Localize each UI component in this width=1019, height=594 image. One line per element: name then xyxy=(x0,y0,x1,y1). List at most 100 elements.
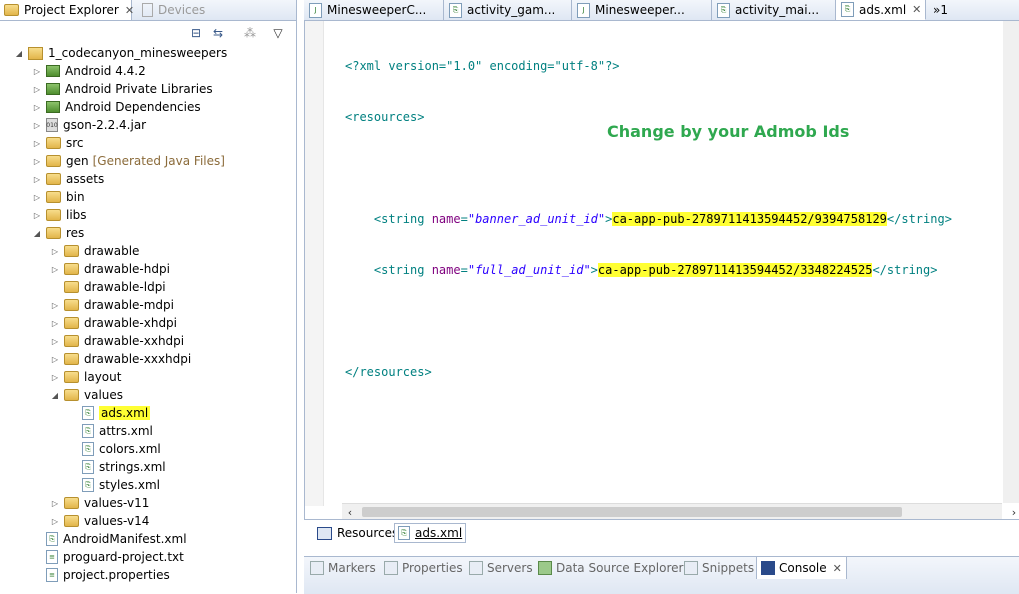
tree-item[interactable]: ⎘ colors.xml xyxy=(68,440,161,458)
folder-icon xyxy=(64,281,79,293)
tab-ads-xml-source[interactable]: ⎘ ads.xml xyxy=(394,523,467,543)
collapse-all-icon[interactable]: ⊟ xyxy=(188,25,204,41)
tree-item-label: assets xyxy=(66,172,105,186)
collapse-arrow-icon[interactable]: ▷ xyxy=(50,301,60,310)
horizontal-scrollbar[interactable]: ‹ › xyxy=(342,503,1016,520)
tab-project-explorer[interactable]: Project Explorer ✕ xyxy=(0,0,134,20)
tree-item[interactable]: ▷ values-v14 xyxy=(50,512,150,530)
tree-item[interactable]: ▷ drawable-xxhdpi xyxy=(50,332,184,350)
tree-item[interactable]: ▷ drawable-xhdpi xyxy=(50,314,177,332)
code-area[interactable]: <?xml version="1.0" encoding="utf-8"?> <… xyxy=(345,24,952,415)
editor-tab-label: Minesweeper... xyxy=(595,3,685,17)
tree-item[interactable]: ◢ values xyxy=(50,386,123,404)
tab-minesweeper[interactable]: J Minesweeper... xyxy=(572,0,712,20)
collapse-arrow-icon[interactable]: ▷ xyxy=(50,517,60,526)
view-options-icon[interactable]: ⁂ xyxy=(242,25,258,41)
tree-item[interactable]: ⎘ ads.xml xyxy=(68,404,151,422)
editor-mode-tabs: Resources ⎘ ads.xml xyxy=(304,519,1019,546)
tree-item[interactable]: ▷ libs xyxy=(32,206,87,224)
vertical-scrollbar[interactable] xyxy=(1003,21,1019,503)
close-icon[interactable]: ✕ xyxy=(125,4,134,17)
tree-item[interactable]: ▷ 010 gson-2.2.4.jar xyxy=(32,116,146,134)
scroll-left-icon[interactable]: ‹ xyxy=(342,504,358,520)
tree-item[interactable]: ▷ bin xyxy=(32,188,85,206)
tab-snippets[interactable]: Snippets xyxy=(684,557,754,579)
tree-item[interactable]: ≡ project.properties xyxy=(32,566,170,584)
folder-icon xyxy=(64,263,79,275)
tab-activity-mai[interactable]: ⎘ activity_mai... xyxy=(712,0,836,20)
editor-ruler xyxy=(305,21,324,506)
tree-item[interactable]: ▷ drawable-xxxhdpi xyxy=(50,350,191,368)
tree-item[interactable]: ▷ layout xyxy=(50,368,122,386)
collapse-arrow-icon[interactable]: ▷ xyxy=(50,499,60,508)
tree-item[interactable]: ≡ proguard-project.txt xyxy=(32,548,184,566)
expand-arrow-icon[interactable]: ◢ xyxy=(14,49,24,58)
tab-devices[interactable]: Devices xyxy=(136,0,216,20)
collapse-arrow-icon[interactable]: ▷ xyxy=(32,139,42,148)
tree-item[interactable]: ⎘ styles.xml xyxy=(68,476,160,494)
tab-ads-xml[interactable]: ⎘ ads.xml ✕ xyxy=(836,0,926,20)
tree-item[interactable]: ▷ values-v11 xyxy=(50,494,150,512)
collapse-arrow-icon[interactable]: ▷ xyxy=(50,265,60,274)
xml-file-icon: ⎘ xyxy=(82,442,94,456)
tree-item[interactable]: ◢ 1_codecanyon_minesweepers xyxy=(14,44,227,62)
tab-overflow-label: »1 xyxy=(933,3,948,17)
close-icon[interactable]: ✕ xyxy=(833,562,842,575)
tree-item[interactable]: ▷ drawable xyxy=(50,242,139,260)
collapse-arrow-icon[interactable]: ▷ xyxy=(50,355,60,364)
collapse-arrow-icon[interactable]: ▷ xyxy=(32,103,42,112)
tab-servers[interactable]: Servers xyxy=(469,557,533,579)
collapse-arrow-icon[interactable]: ▷ xyxy=(50,337,60,346)
tab-data-source-explorer[interactable]: Data Source Explorer xyxy=(538,557,683,579)
tree-item[interactable]: ⎘ AndroidManifest.xml xyxy=(32,530,187,548)
scrollbar-thumb[interactable] xyxy=(362,507,902,517)
collapse-arrow-icon[interactable]: ▷ xyxy=(32,193,42,202)
tab-console[interactable]: Console ✕ xyxy=(756,557,847,579)
tree-item[interactable]: ⎘ strings.xml xyxy=(68,458,166,476)
java-file-icon: J xyxy=(309,2,322,18)
collapse-arrow-icon[interactable]: ▷ xyxy=(32,211,42,220)
tree-item[interactable]: drawable-ldpi xyxy=(50,278,166,296)
expand-arrow-icon[interactable]: ◢ xyxy=(50,391,60,400)
tree-item[interactable]: ◢ res xyxy=(32,224,84,242)
collapse-arrow-icon[interactable]: ▷ xyxy=(32,121,42,130)
xml-file-icon: ⎘ xyxy=(841,2,854,17)
view-menu-icon[interactable]: ▽ xyxy=(270,25,286,41)
close-icon[interactable]: ✕ xyxy=(912,3,921,16)
collapse-arrow-icon[interactable]: ▷ xyxy=(50,373,60,382)
tree-item[interactable]: ▷ gen [Generated Java Files] xyxy=(32,152,225,170)
xml-editor[interactable]: <?xml version="1.0" encoding="utf-8"?> <… xyxy=(304,21,1019,520)
editor-tab-label: activity_mai... xyxy=(735,3,820,17)
collapse-arrow-icon[interactable]: ▷ xyxy=(50,319,60,328)
tab-resources[interactable]: Resources xyxy=(314,523,401,543)
tree-item[interactable]: ▷ Android Dependencies xyxy=(32,98,201,116)
tab-overflow[interactable]: »1 xyxy=(928,0,968,20)
tab-minesweeperc[interactable]: J MinesweeperC... xyxy=(304,0,444,20)
collapse-arrow-icon[interactable]: ▷ xyxy=(32,157,42,166)
tree-item[interactable]: ▷ Android 4.4.2 xyxy=(32,62,146,80)
tree-item[interactable]: ▷ Android Private Libraries xyxy=(32,80,213,98)
tree-item[interactable]: ▷ drawable-mdpi xyxy=(50,296,174,314)
folder-icon xyxy=(64,515,79,527)
console-icon xyxy=(761,561,775,575)
collapse-arrow-icon[interactable]: ▷ xyxy=(32,85,42,94)
tab-markers[interactable]: Markers xyxy=(310,557,376,579)
tab-properties[interactable]: Properties xyxy=(384,557,463,579)
bottom-view-tabs: Markers Properties Servers Data Source E… xyxy=(304,556,1019,594)
tree-item[interactable]: ⎘ attrs.xml xyxy=(68,422,153,440)
full-string-line: <string name="full_ad_unit_id">ca-app-pu… xyxy=(345,263,938,277)
link-with-editor-icon[interactable]: ⇆ xyxy=(210,25,226,41)
scroll-right-icon[interactable]: › xyxy=(1006,504,1019,520)
collapse-arrow-icon[interactable]: ▷ xyxy=(32,67,42,76)
tab-activity-gam[interactable]: ⎘ activity_gam... xyxy=(444,0,572,20)
jar-icon: 010 xyxy=(46,118,58,132)
expand-arrow-icon[interactable]: ◢ xyxy=(32,229,42,238)
collapse-arrow-icon[interactable]: ▷ xyxy=(32,175,42,184)
tree-item-label: drawable-hdpi xyxy=(84,262,170,276)
tree-item-label: res xyxy=(66,226,85,240)
tree-item[interactable]: ▷ src xyxy=(32,134,84,152)
tree-item[interactable]: ▷ assets xyxy=(32,170,104,188)
tree-item[interactable]: ▷ drawable-hdpi xyxy=(50,260,170,278)
collapse-arrow-icon[interactable]: ▷ xyxy=(50,247,60,256)
